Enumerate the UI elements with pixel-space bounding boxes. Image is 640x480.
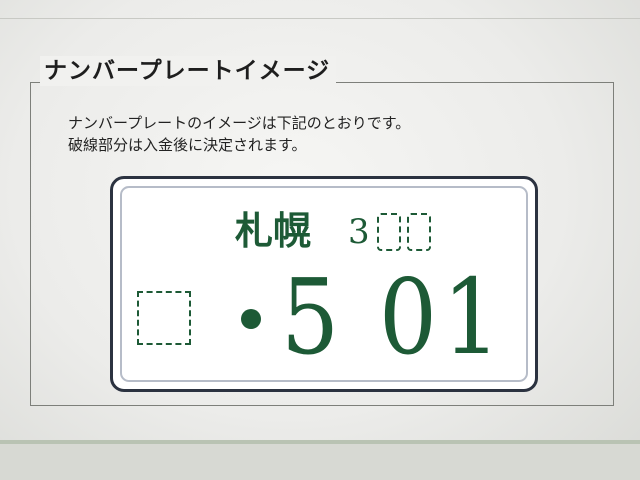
hiragana-placeholder-box [137, 291, 191, 345]
plate-serial-number: 5 01 [281, 256, 506, 378]
description-line-2: 破線部分は入金後に決定されます。 [68, 136, 307, 154]
class-placeholder-box [407, 213, 431, 251]
footer-band [0, 440, 640, 480]
page: ナンバープレートイメージ ナンバープレートのイメージは下記のとおりです。 破線部… [0, 0, 640, 480]
license-plate: 札幌 3 5 01 [110, 176, 538, 392]
section-title: ナンバープレートイメージ [40, 56, 337, 86]
description-line-1: ナンバープレートのイメージは下記のとおりです。 [68, 114, 411, 132]
plate-region: 札幌 [235, 208, 312, 253]
top-divider [0, 18, 640, 19]
plate-dot [241, 309, 261, 329]
class-placeholder-box [377, 213, 401, 251]
plate-class-digit: 3 [348, 212, 370, 252]
